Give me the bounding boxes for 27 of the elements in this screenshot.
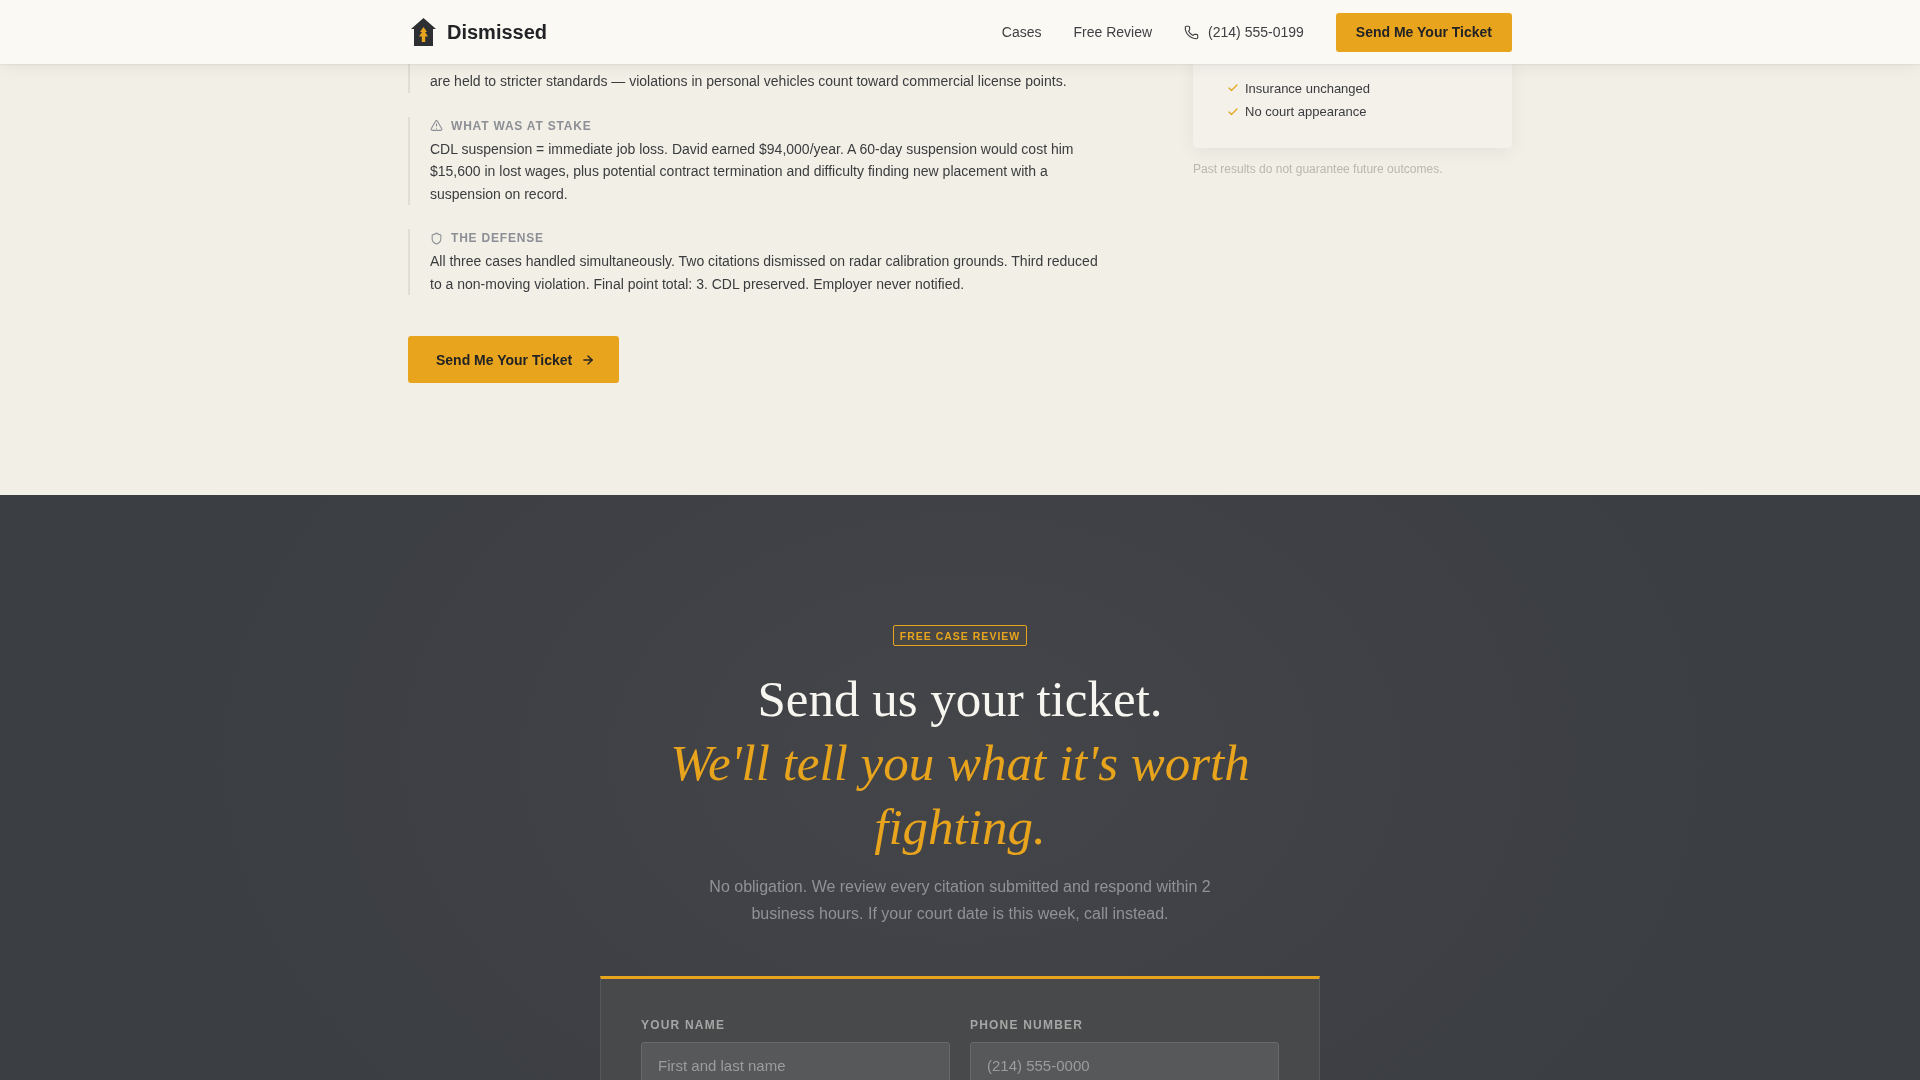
outcome-item: No court appearance (1245, 104, 1367, 120)
text-input[interactable]: First and last name (641, 1042, 950, 1080)
phone-link[interactable]: (214) 555-0199 (1184, 24, 1304, 40)
phone-icon (1184, 24, 1200, 40)
arrow-right-icon (581, 352, 596, 367)
nav-link[interactable]: Free Review (1073, 24, 1153, 40)
section-badge: FREE CASE REVIEW (892, 625, 1028, 646)
nav-link[interactable]: Cases (1001, 24, 1042, 40)
field-label: PHONE NUMBER (970, 1017, 1084, 1033)
house-logo-icon (411, 18, 436, 46)
section-text: CDL suspension = immediate job loss. David earned $94,000/year. A 60-day suspension would cost him $15,600 in lost wages, plus potential contract termination and difficulty finding new placement with a suspension on record. (430, 139, 1075, 204)
shield-icon (430, 231, 443, 245)
section-subtitle: No obligation. We review every citation submitted and respond within 2 business hours. If your court date is this week, call instead. (708, 877, 1212, 924)
section-text: are held to stricter standards — violations in personal vehicles count toward commercial license points. (430, 72, 1068, 91)
section-text: All three cases handled simultaneously. Two citations dismissed on radar calibration grounds. Third reduced to a non-moving violation. Final point total: 3. CDL preserved. Employer never notified. (430, 252, 1099, 294)
send-ticket-button[interactable]: Send Me Your Ticket (1335, 12, 1512, 52)
check-icon (1227, 82, 1239, 94)
field-label: YOUR NAME (641, 1017, 726, 1033)
section-heading: WHAT WAS AT STAKE (451, 118, 592, 133)
warning-icon (430, 119, 443, 132)
brand-name: Dismissed (447, 20, 548, 44)
section-heading: THE DEFENSE (451, 231, 544, 245)
outcome-item: Insurance unchanged (1245, 80, 1371, 96)
text-input[interactable]: (214) 555-0000 (970, 1042, 1279, 1080)
send-ticket-button[interactable]: Send Me Your Ticket (408, 336, 620, 383)
section-title: Send us your ticket. (757, 670, 1163, 729)
section-title-accent: We'll tell you what it's worth fighting. (669, 734, 1251, 857)
